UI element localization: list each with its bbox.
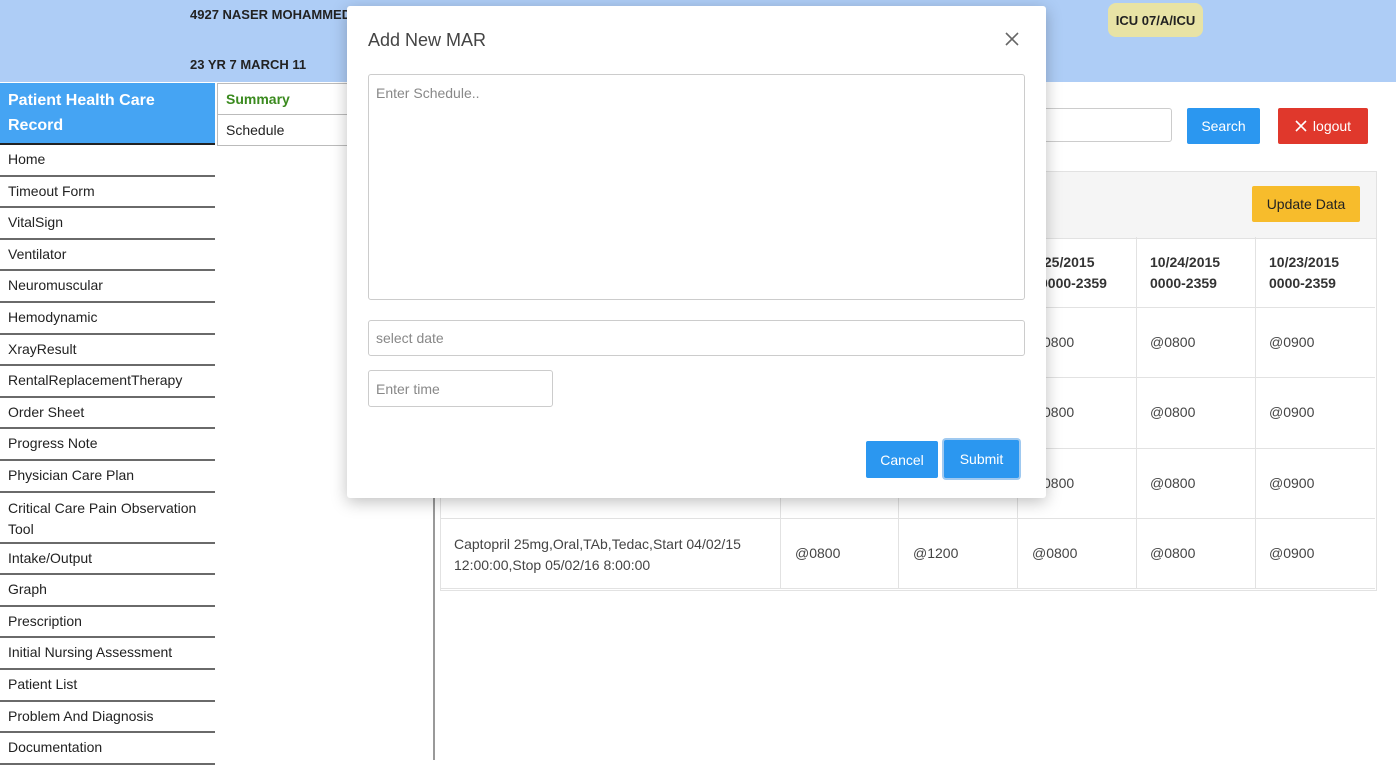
sidebar-item-rental-replacement-therapy[interactable]: RentalReplacementTherapy: [0, 366, 215, 398]
modal-title: Add New MAR: [368, 30, 487, 50]
table-cell: @0900: [1269, 334, 1315, 350]
table-cell: @1200: [913, 545, 959, 561]
grid-line: [1136, 237, 1137, 588]
table-cell: @0800: [1150, 334, 1196, 350]
table-cell: @0900: [1269, 545, 1315, 561]
sidebar-item-order-sheet[interactable]: Order Sheet: [0, 398, 215, 430]
sidebar-item-physician-care-plan[interactable]: Physician Care Plan: [0, 461, 215, 493]
grid-line: [441, 588, 1375, 589]
table-cell: 0800: [1043, 334, 1075, 350]
sidebar-item-vitalsign[interactable]: VitalSign: [0, 208, 215, 240]
table-cell: @0900: [1269, 404, 1315, 420]
cancel-button[interactable]: Cancel: [866, 441, 938, 478]
patient-name: 4927 NASER MOHAMMED: [190, 7, 352, 22]
table-cell: 0800: [1043, 404, 1075, 420]
sidebar-item-initial-nursing-assessment[interactable]: Initial Nursing Assessment: [0, 638, 215, 670]
table-cell: @0800: [1150, 545, 1196, 561]
sidebar-item-critical-care-pain[interactable]: Critical Care Pain Observation Tool: [0, 493, 215, 544]
sidebar-item-problem-and-diagnosis[interactable]: Problem And Diagnosis: [0, 702, 215, 734]
drug-description: Captopril 25mg,Oral,TAb,Tedac,Start 04/0…: [454, 536, 741, 573]
column-header: 10/24/2015 0000-2359: [1150, 254, 1221, 291]
date-input[interactable]: [368, 320, 1025, 356]
close-icon[interactable]: [1003, 30, 1021, 48]
submit-button[interactable]: Submit: [944, 440, 1019, 478]
sidebar: Patient Health Care Record Home Timeout …: [0, 83, 215, 765]
column-header: /25/2015 0000-2359: [1040, 254, 1107, 291]
sidebar-item-home[interactable]: Home: [0, 145, 215, 177]
add-mar-modal: Add New MAR Cancel Submit: [347, 6, 1046, 498]
sidebar-item-hemodynamic[interactable]: Hemodynamic: [0, 303, 215, 335]
sidebar-title: Patient Health Care Record: [0, 83, 215, 145]
patient-age: 23 YR 7 MARCH 11: [190, 57, 307, 72]
logout-label: logout: [1312, 118, 1352, 134]
table-cell: @0900: [1269, 475, 1315, 491]
logout-button[interactable]: logout: [1278, 108, 1368, 144]
table-cell: @0800: [1150, 475, 1196, 491]
table-cell: @0800: [1150, 404, 1196, 420]
search-button[interactable]: Search: [1187, 108, 1260, 144]
schedule-input[interactable]: [368, 74, 1025, 300]
ward-badge: ICU 07/A/ICU: [1108, 3, 1203, 37]
sidebar-item-intake-output[interactable]: Intake/Output: [0, 544, 215, 576]
sidebar-item-timeout-form[interactable]: Timeout Form: [0, 177, 215, 209]
sidebar-item-ventilator[interactable]: Ventilator: [0, 240, 215, 272]
grid-line: [1255, 237, 1256, 588]
column-header: 10/23/2015 0000-2359: [1269, 254, 1340, 291]
sidebar-item-neuromuscular[interactable]: Neuromuscular: [0, 271, 215, 303]
sidebar-item-patient-list[interactable]: Patient List: [0, 670, 215, 702]
sidebar-item-prescription[interactable]: Prescription: [0, 607, 215, 639]
time-input[interactable]: [368, 370, 553, 407]
table-cell: 0800: [1043, 475, 1075, 491]
update-data-button[interactable]: Update Data: [1252, 186, 1360, 222]
grid-line: [441, 518, 1375, 519]
table-cell: @0800: [795, 545, 841, 561]
sidebar-item-graph[interactable]: Graph: [0, 575, 215, 607]
table-cell: @0800: [1032, 545, 1078, 561]
sidebar-item-xrayresult[interactable]: XrayResult: [0, 335, 215, 367]
sidebar-item-progress-note[interactable]: Progress Note: [0, 429, 215, 461]
close-icon: [1295, 120, 1307, 132]
